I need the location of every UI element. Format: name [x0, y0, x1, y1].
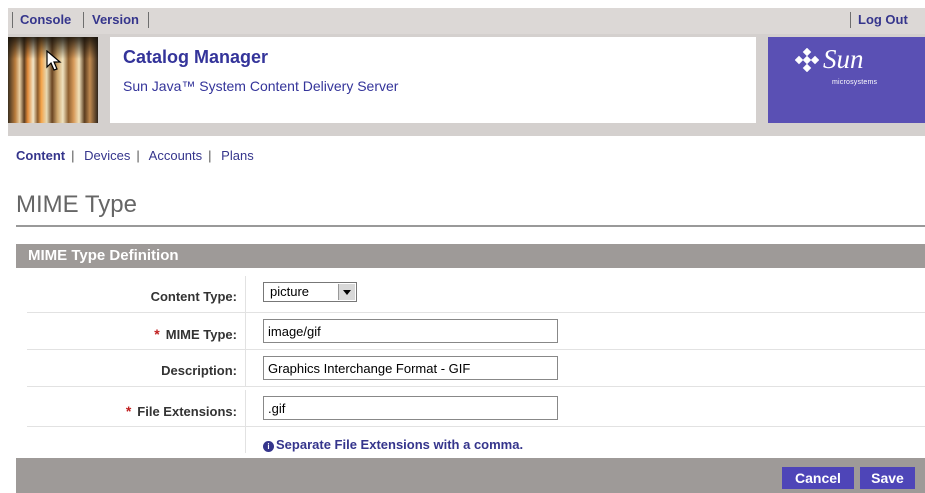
version-link[interactable]: Version [92, 12, 139, 27]
label-cell: Description: [27, 350, 246, 386]
sun-logo: Sun microsystems [768, 37, 925, 123]
nav-plans[interactable]: Plans [221, 148, 254, 163]
button-bar: Cancel Save [16, 458, 925, 493]
sun-logo-icon [795, 48, 819, 72]
separator [12, 12, 13, 28]
required-marker: * [125, 403, 132, 419]
main-nav: Content | Devices | Accounts | Plans [16, 148, 260, 163]
info-icon: i [263, 441, 274, 452]
form-row-content-type: Content Type: picture [27, 276, 925, 313]
form-row-file-extensions: * File Extensions: [27, 390, 925, 427]
mime-type-input[interactable] [263, 319, 558, 343]
form-row-description: Description: [27, 350, 925, 387]
cursor-icon [46, 50, 62, 71]
separator [850, 12, 851, 28]
nav-separator: | [71, 148, 75, 163]
books-image [8, 37, 98, 123]
label-cell: Content Type: [27, 276, 246, 312]
nav-devices[interactable]: Devices [84, 148, 130, 163]
form-row-mime-type: * MIME Type: [27, 313, 925, 350]
logout-link[interactable]: Log Out [858, 12, 908, 27]
label-cell [27, 427, 246, 453]
title-divider [16, 225, 925, 227]
file-extensions-label: * File Extensions: [125, 403, 237, 419]
top-bar: Console Version Log Out [8, 8, 925, 34]
label-cell: * File Extensions: [27, 390, 246, 426]
save-button[interactable]: Save [860, 467, 915, 489]
nav-separator: | [136, 148, 140, 163]
nav-separator: | [208, 148, 212, 163]
chevron-down-icon[interactable] [338, 284, 355, 300]
cancel-button[interactable]: Cancel [782, 467, 854, 489]
separator [148, 12, 149, 28]
content-type-value: picture [270, 284, 310, 299]
nav-accounts[interactable]: Accounts [149, 148, 202, 163]
console-link[interactable]: Console [20, 12, 71, 27]
content-type-select[interactable]: picture [263, 282, 357, 302]
app-title: Catalog Manager [123, 47, 269, 67]
required-marker: * [154, 326, 160, 342]
nav-content[interactable]: Content [16, 148, 65, 163]
separator [83, 12, 84, 28]
description-input[interactable] [263, 356, 558, 380]
file-extensions-input[interactable] [263, 396, 558, 420]
description-label: Description: [161, 363, 237, 378]
sun-logo-word: Sun [823, 44, 864, 74]
sun-logo-subtext: microsystems [832, 79, 878, 86]
app-subtitle: Sun Java™ System Content Delivery Server [123, 78, 399, 94]
file-extensions-hint: i Separate File Extensions with a comma. [263, 437, 523, 452]
page-title: MIME Type [16, 191, 137, 218]
mime-type-label: * MIME Type: [154, 326, 237, 342]
section-header: MIME Type Definition [16, 244, 925, 268]
content-type-label: Content Type: [150, 289, 237, 304]
section-title: MIME Type Definition [28, 247, 179, 264]
label-cell: * MIME Type: [27, 313, 246, 349]
app-title-box: Catalog Manager Sun Java™ System Content… [110, 37, 756, 123]
